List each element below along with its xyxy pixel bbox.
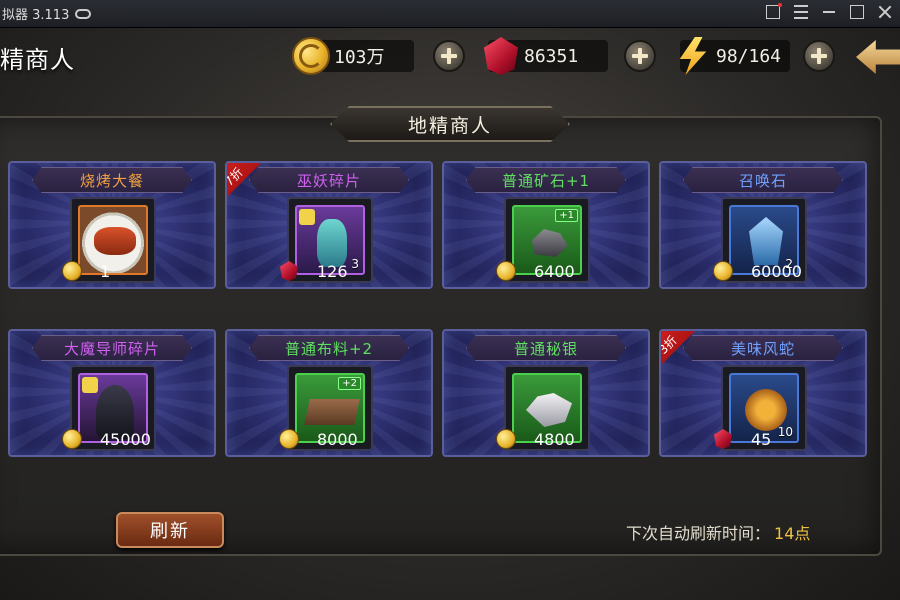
item-price-value: 60000 <box>751 261 802 281</box>
restore-icon[interactable] <box>850 5 864 19</box>
item-price: 8000 <box>279 427 358 451</box>
item-price-value: 4800 <box>534 429 575 449</box>
item-name: 美味风蛇 <box>683 335 843 361</box>
gold-resource: 103万 <box>292 36 414 76</box>
item-price: 60000 <box>713 259 802 283</box>
emulator-title: 拟器 3.113 <box>2 8 70 23</box>
puzzle-piece-icon <box>299 209 315 225</box>
gold-coin-icon <box>279 429 299 449</box>
gold-coin-icon <box>496 429 516 449</box>
item-price: 45 <box>713 427 771 451</box>
mail-icon[interactable] <box>766 3 782 19</box>
item-price: 6400 <box>496 259 575 283</box>
item-name: 烧烤大餐 <box>32 167 192 193</box>
item-price-value: 8000 <box>317 429 358 449</box>
item-quantity: 10 <box>777 425 793 439</box>
add-gems-button[interactable] <box>624 40 656 72</box>
window-controls <box>766 3 892 19</box>
item-price: 1 <box>62 259 110 283</box>
add-gold-button[interactable] <box>433 40 465 72</box>
shop-name-heading: 精商人 <box>0 46 75 74</box>
gold-coin-icon <box>62 261 82 281</box>
back-arrow-icon[interactable] <box>856 40 900 74</box>
item-price-value: 45000 <box>100 429 151 449</box>
item-price: 45000 <box>62 427 151 451</box>
next-refresh-time: 14点 <box>774 524 811 543</box>
refresh-button[interactable]: 刷新 <box>116 512 224 548</box>
red-gem-icon <box>714 429 732 449</box>
shop-item-card[interactable]: 普通矿石+1 +1 6400 <box>442 161 650 289</box>
gem-resource: 86351 <box>483 36 608 76</box>
item-price-value: 126 <box>317 261 348 281</box>
item-name: 巫妖碎片 <box>249 167 409 193</box>
shop-item-card[interactable]: 美味风蛇 10 45 3折 <box>659 329 867 457</box>
item-price: 4800 <box>496 427 575 451</box>
item-name: 召唤石 <box>683 167 843 193</box>
gold-coin-icon <box>62 429 82 449</box>
emulator-title-bar: 拟器 3.113 <box>0 0 900 28</box>
item-name: 普通矿石+1 <box>466 167 626 193</box>
panel-title: 地精商人 <box>330 106 570 142</box>
gold-coin-icon <box>713 261 733 281</box>
shop-item-card[interactable]: 烧烤大餐 1 <box>8 161 216 289</box>
gold-coin-icon <box>496 261 516 281</box>
stamina-resource: 98/164 <box>679 36 790 76</box>
gold-coin-icon <box>292 37 330 75</box>
item-name: 普通秘银 <box>466 335 626 361</box>
add-stamina-button[interactable] <box>803 40 835 72</box>
shop-item-card[interactable]: 召唤石 2 60000 <box>659 161 867 289</box>
shop-item-card[interactable]: 大魔导师碎片 45000 <box>8 329 216 457</box>
item-price-value: 6400 <box>534 261 575 281</box>
minimize-icon[interactable] <box>822 5 836 19</box>
item-price-value: 45 <box>751 429 772 449</box>
item-bonus-badge: +2 <box>338 377 361 390</box>
item-name: 大魔导师碎片 <box>32 335 192 361</box>
next-refresh-info: 下次自动刷新时间： 14点 <box>626 520 810 544</box>
item-price: 126 <box>279 259 348 283</box>
item-name: 普通布料+2 <box>249 335 409 361</box>
close-icon[interactable] <box>878 5 892 19</box>
shop-item-card[interactable]: 普通布料+2 +2 8000 <box>225 329 433 457</box>
gamepad-icon[interactable] <box>75 8 92 19</box>
next-refresh-label: 下次自动刷新时间： <box>626 524 771 543</box>
menu-icon[interactable] <box>794 5 808 19</box>
item-price-value: 1 <box>100 261 111 281</box>
shop-item-card[interactable]: 巫妖碎片 3 126 7折 <box>225 161 433 289</box>
item-bonus-badge: +1 <box>555 209 578 222</box>
puzzle-piece-icon <box>82 377 98 393</box>
game-screen: 精商人 103万 86351 98/164 地精商人 烧烤大餐 1 巫妖碎片 3 126… <box>0 28 900 600</box>
item-quantity: 3 <box>351 257 359 271</box>
red-gem-icon <box>280 261 298 281</box>
shop-item-card[interactable]: 普通秘银 4800 <box>442 329 650 457</box>
